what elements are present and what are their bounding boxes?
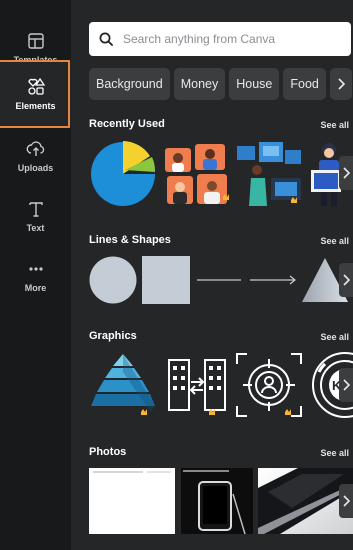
target-user-graphic[interactable] <box>235 352 303 418</box>
chevron-right-icon <box>343 495 350 507</box>
elements-panel: Background Money House Food Recently Use… <box>71 0 353 550</box>
chip-money[interactable]: Money <box>173 68 226 100</box>
recently-used-next-button[interactable] <box>339 156 353 190</box>
rail-item-more[interactable]: More <box>0 244 71 308</box>
video-call-people-graphic[interactable] <box>163 142 231 208</box>
building-exchange-graphic[interactable] <box>163 352 231 418</box>
pie-chart-graphic[interactable] <box>89 140 157 208</box>
photo-tablet[interactable] <box>181 468 253 534</box>
search-box[interactable] <box>89 22 351 56</box>
chip-house[interactable]: House <box>229 68 280 100</box>
templates-icon <box>27 33 44 49</box>
rail-item-text[interactable]: Text <box>0 184 71 248</box>
section-title-graphics: Graphics <box>89 330 137 342</box>
side-rail: Templates Elements Uploads Text More <box>0 0 71 550</box>
pyramid-graphic[interactable] <box>89 352 157 418</box>
photo-blank-paper[interactable] <box>89 468 175 534</box>
circle-shape[interactable] <box>89 256 137 304</box>
text-icon <box>28 202 43 217</box>
see-all-photos[interactable]: See all <box>320 448 349 458</box>
chevron-right-icon <box>338 78 345 90</box>
see-all-lines-shapes[interactable]: See all <box>320 236 349 246</box>
rail-label-uploads: Uploads <box>17 163 54 173</box>
section-title-photos: Photos <box>89 446 127 458</box>
section-title-recently-used: Recently Used <box>89 118 165 130</box>
see-all-recently-used[interactable]: See all <box>320 120 349 130</box>
square-shape[interactable] <box>142 256 190 304</box>
chip-background[interactable]: Background <box>89 68 170 100</box>
search-icon <box>99 32 113 46</box>
presentation-person-graphic[interactable] <box>235 140 303 208</box>
rail-item-uploads[interactable]: Uploads <box>0 124 71 188</box>
chevron-right-icon <box>343 274 350 286</box>
lines-shapes-next-button[interactable] <box>339 263 353 297</box>
section-title-lines-shapes: Lines & Shapes <box>89 234 171 246</box>
search-input[interactable] <box>123 32 343 46</box>
rail-label-more: More <box>24 283 47 293</box>
more-icon <box>28 267 43 271</box>
chevron-right-icon <box>343 167 350 179</box>
chips-next-button[interactable] <box>329 68 352 100</box>
rail-label-text: Text <box>26 223 45 233</box>
see-all-graphics[interactable]: See all <box>320 332 349 342</box>
chip-food[interactable]: Food <box>283 68 326 100</box>
active-highlight-frame <box>0 60 70 128</box>
line-shape[interactable] <box>195 256 243 304</box>
photos-next-button[interactable] <box>339 484 353 518</box>
category-chips: Background Money House Food <box>89 68 353 100</box>
chevron-right-icon <box>343 379 350 391</box>
graphics-next-button[interactable] <box>339 368 353 402</box>
uploads-icon <box>26 141 44 156</box>
arrow-line-shape[interactable] <box>248 256 298 304</box>
